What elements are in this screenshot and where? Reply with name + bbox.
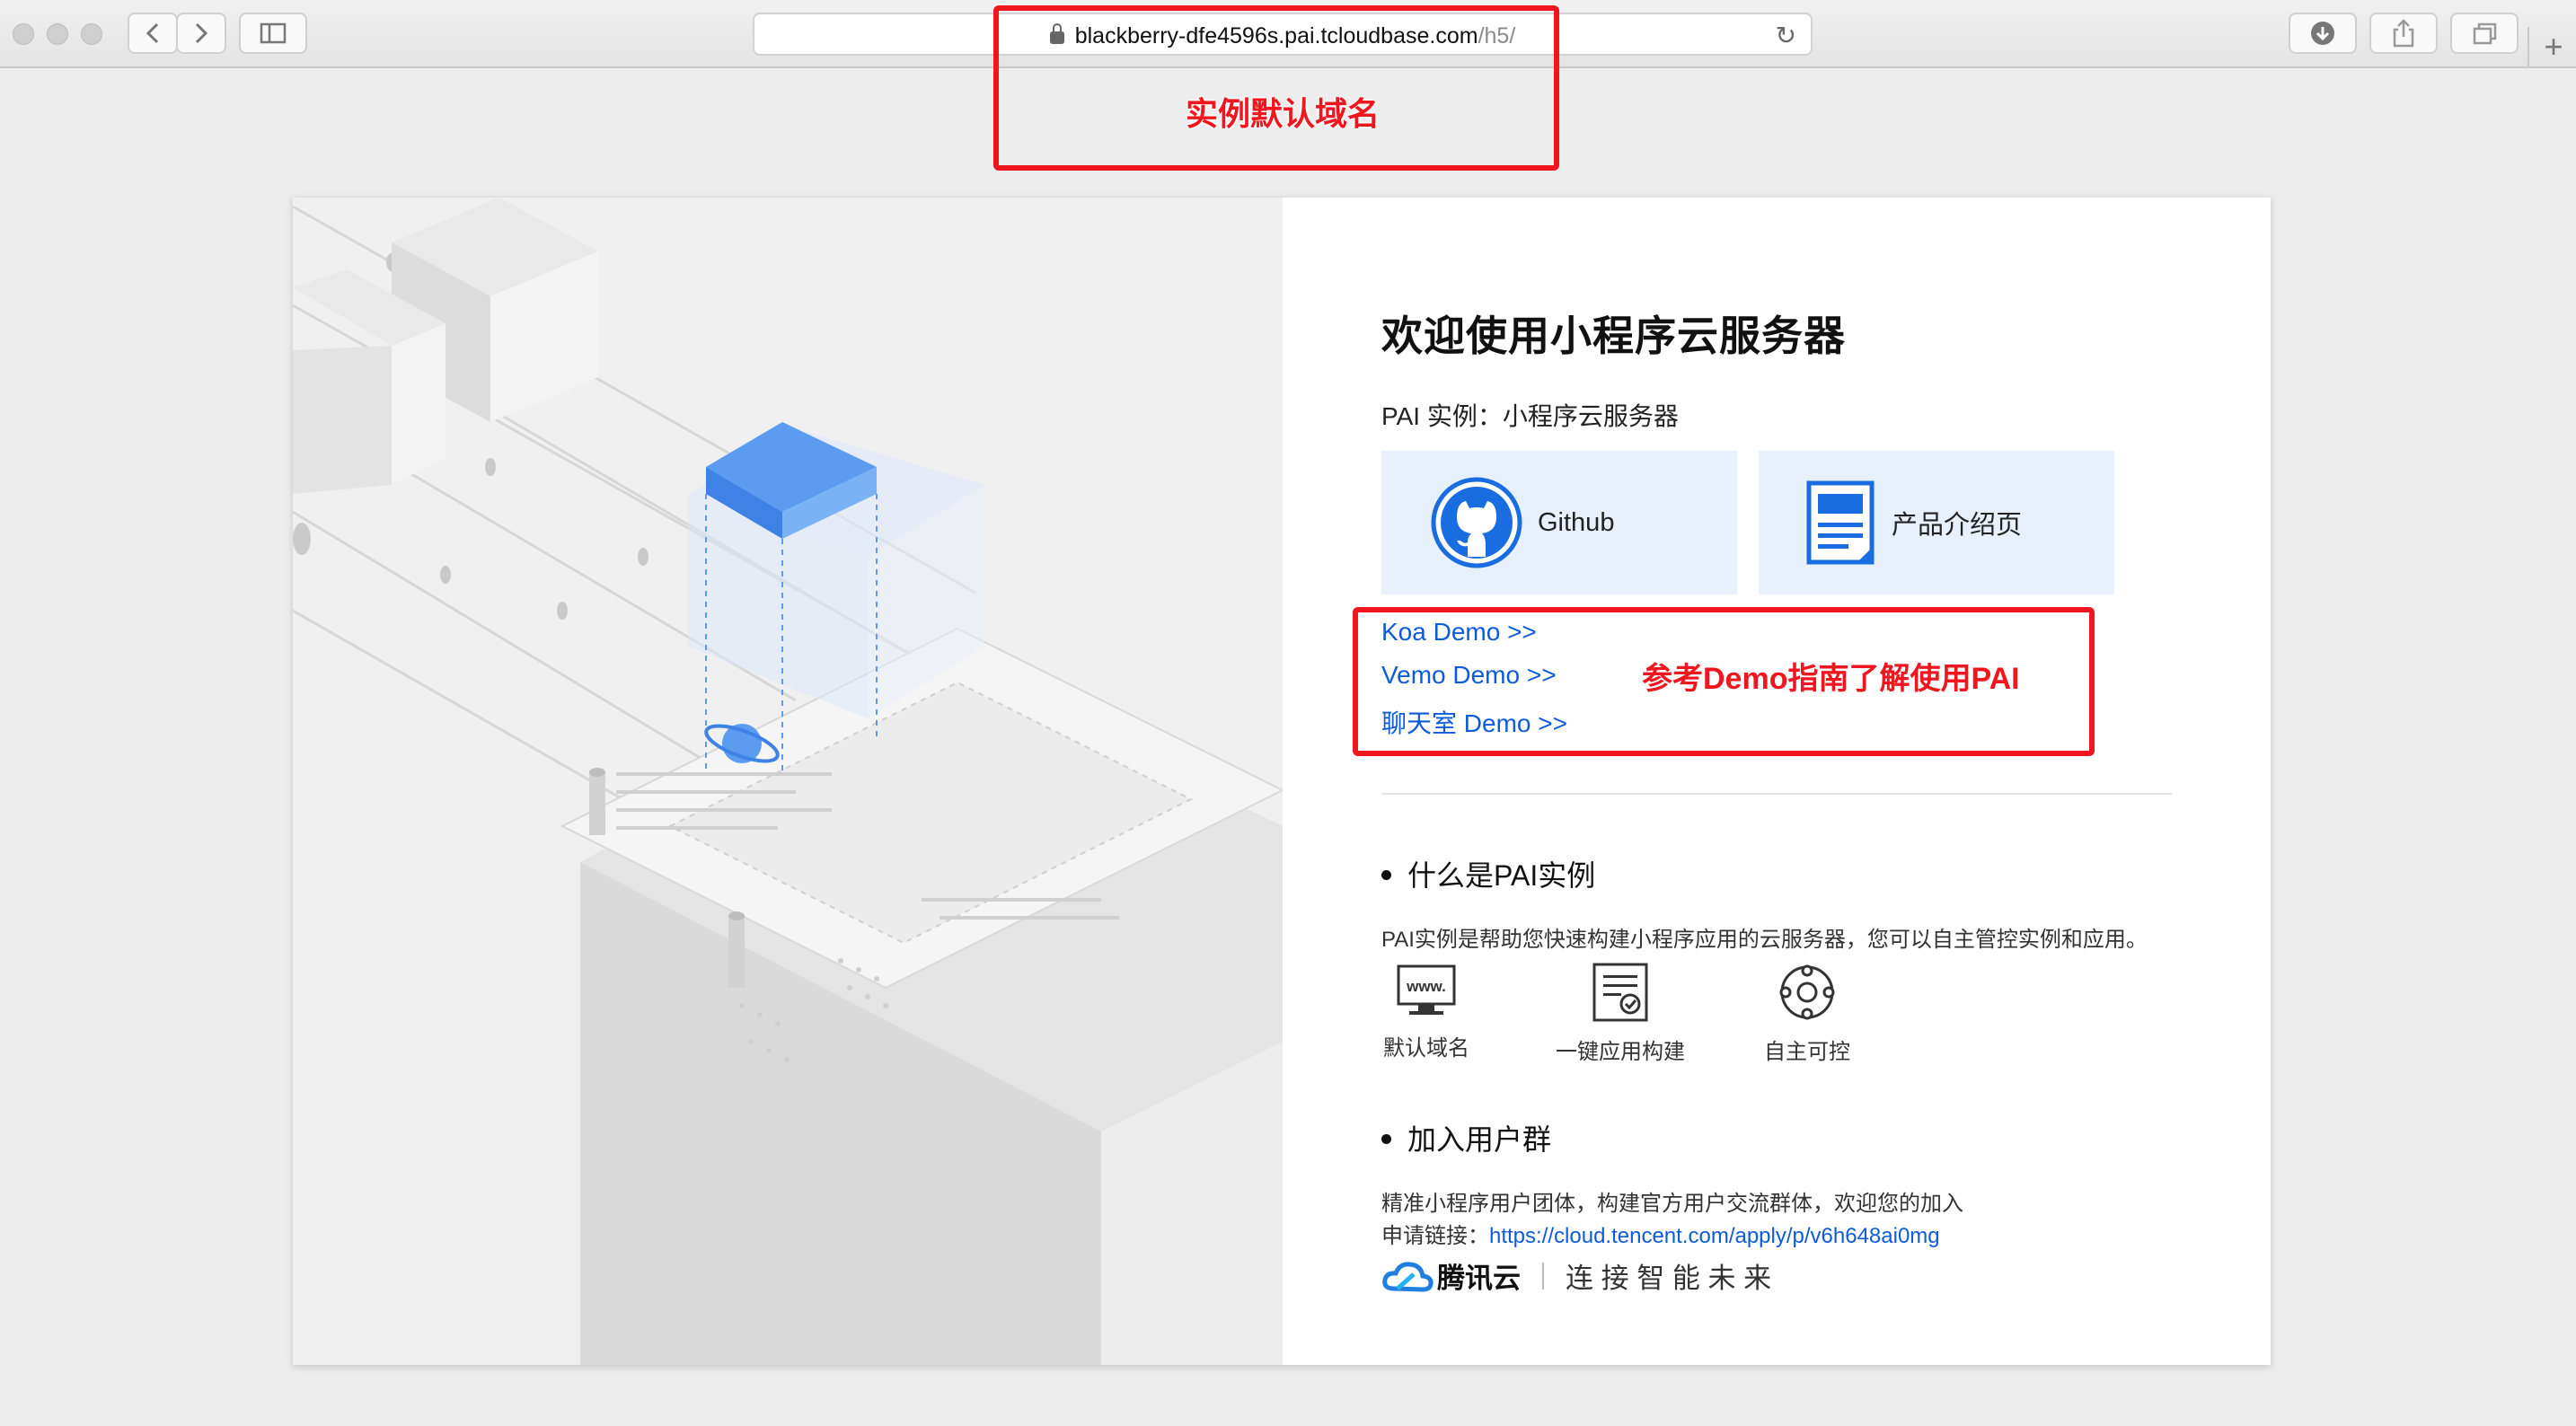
share-icon (2393, 19, 2414, 48)
close-window-button[interactable] (13, 23, 34, 45)
github-label: Github (1538, 507, 1615, 537)
sidebar-icon (260, 22, 287, 44)
bullet-icon (1381, 1134, 1391, 1145)
section-what-is-pai-heading: 什么是PAI实例 (1381, 853, 1595, 894)
section-join-group-heading: 加入用户群 (1381, 1117, 1551, 1158)
tabs-icon (2473, 22, 2497, 45)
svg-text:www.: www. (1406, 978, 1446, 995)
instance-subtitle: PAI 实例：小程序云服务器 (1381, 402, 1679, 430)
chevron-right-icon (195, 22, 208, 44)
pai-description: PAI实例是帮助您快速构建小程序应用的云服务器，您可以自主管控实例和应用。 (1381, 928, 2148, 952)
tencent-cloud-brand: 腾讯云 连 接 智 能 未 来 (1381, 1255, 1771, 1296)
reload-icon[interactable]: ↻ (1776, 21, 1796, 50)
sidebar-button[interactable] (239, 13, 307, 54)
apply-link-prefix: 申请链接： (1381, 1224, 1489, 1248)
page-card: 欢迎使用小程序云服务器 PAI 实例：小程序云服务器 Github 产品介绍页 … (293, 198, 2271, 1365)
tencent-cloud-logo-icon (1382, 1261, 1434, 1292)
feature-autonomous-control: 自主可控 (1744, 963, 1870, 1065)
apply-link-line: 申请链接：https://cloud.tencent.com/apply/p/v… (1381, 1218, 1940, 1249)
feature-default-domain-label: 默认域名 (1383, 1036, 1469, 1061)
chevron-left-icon (146, 22, 159, 44)
feature-autonomous-control-label: 自主可控 (1764, 1040, 1850, 1064)
section-divider (1381, 793, 2172, 795)
tabs-overview-button[interactable] (2450, 13, 2519, 54)
bullet-icon (1381, 870, 1391, 881)
zoom-window-button[interactable] (81, 23, 102, 45)
new-tab-button[interactable]: + (2527, 27, 2576, 66)
apply-link[interactable]: https://cloud.tencent.com/apply/p/v6h648… (1489, 1224, 1940, 1248)
control-ring-icon (1779, 964, 1835, 1020)
forward-button[interactable] (176, 13, 226, 54)
feature-one-click-build-label: 一键应用构建 (1556, 1040, 1685, 1064)
github-tile[interactable]: Github (1381, 451, 1737, 594)
product-intro-label: 产品介绍页 (1892, 511, 2023, 540)
downloads-button[interactable] (2289, 13, 2357, 54)
share-button[interactable] (2369, 13, 2438, 54)
back-button[interactable] (128, 13, 178, 54)
github-icon (1431, 477, 1522, 568)
brand-slogan: 连 接 智 能 未 来 (1566, 1263, 1772, 1294)
minimize-window-button[interactable] (47, 23, 68, 45)
isometric-server-illustration (293, 198, 1283, 1365)
main-content: 欢迎使用小程序云服务器 PAI 实例：小程序云服务器 Github 产品介绍页 … (1283, 198, 2271, 1365)
demo-annotation-label: 参考Demo指南了解使用PAI (1642, 662, 2020, 696)
download-icon (2311, 22, 2334, 45)
feature-default-domain: www. 默认域名 (1363, 963, 1489, 1061)
domain-annotation-label: 实例默认域名 (1186, 95, 1381, 132)
brand-separator (1542, 1262, 1544, 1290)
www-monitor-icon: www. (1397, 964, 1456, 1015)
document-icon (1806, 480, 1875, 565)
page-title: 欢迎使用小程序云服务器 (1381, 312, 1846, 359)
brand-name: 腾讯云 (1437, 1263, 1521, 1294)
join-group-description: 精准小程序用户团体，构建官方用户交流群体，欢迎您的加入 (1381, 1192, 1963, 1216)
build-document-icon (1592, 963, 1648, 1022)
hero-illustration (293, 198, 1283, 1365)
product-intro-tile[interactable]: 产品介绍页 (1759, 451, 2114, 594)
feature-one-click-build: 一键应用构建 (1548, 963, 1692, 1065)
